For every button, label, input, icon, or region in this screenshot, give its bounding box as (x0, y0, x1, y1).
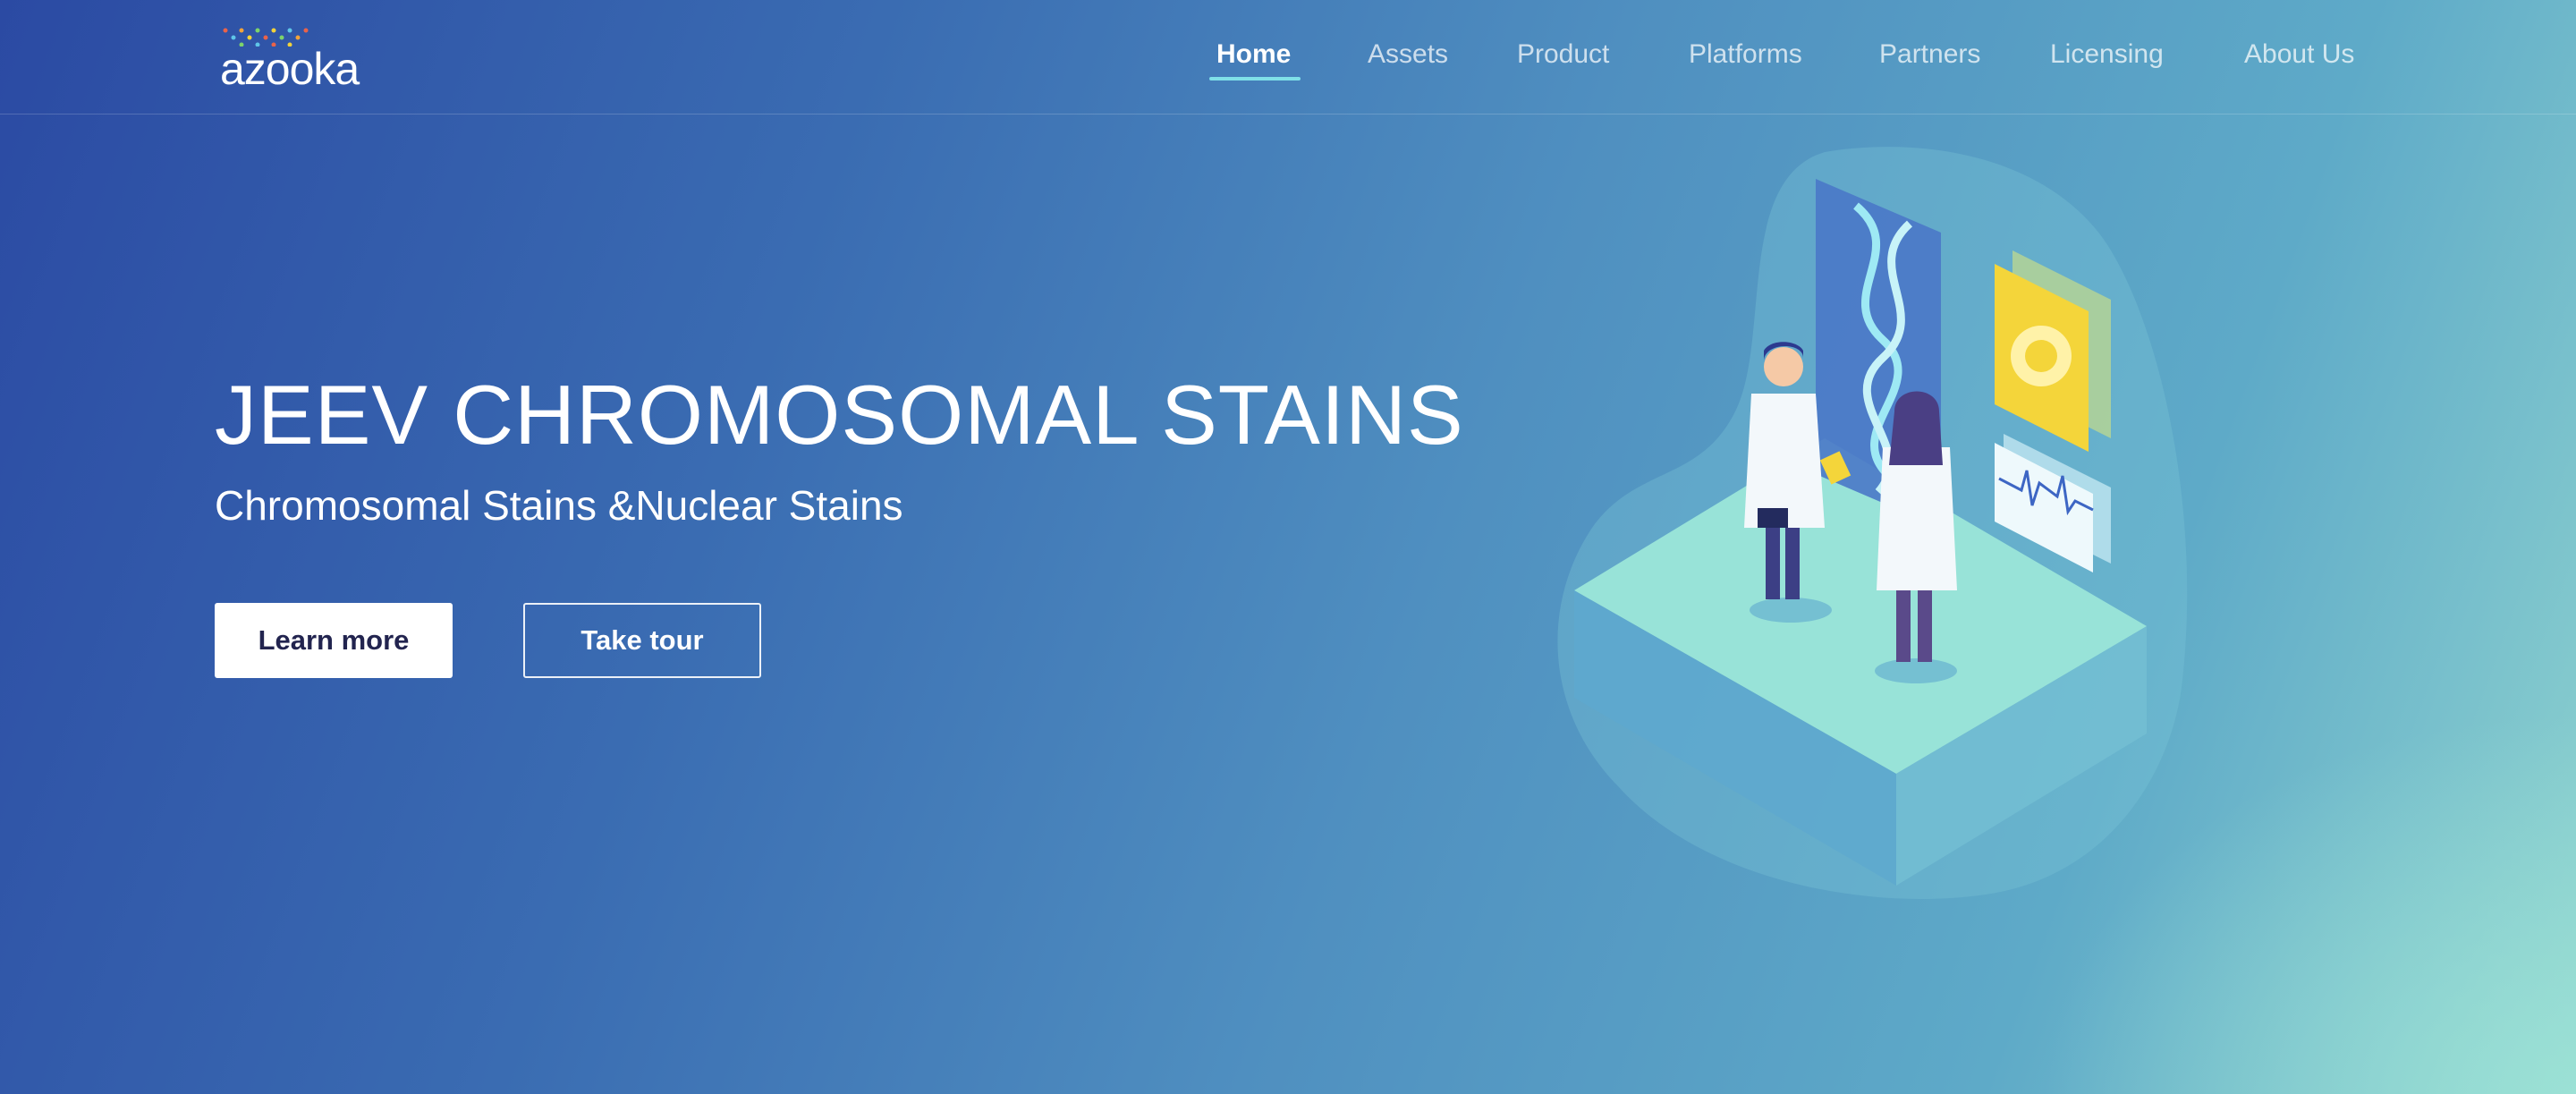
site-header: azooka Home Assets Product Platforms Par… (0, 0, 2576, 114)
learn-more-button[interactable]: Learn more (215, 603, 453, 678)
active-nav-indicator (1209, 77, 1301, 81)
hero-subtitle: Chromosomal Stains &Nuclear Stains (215, 482, 903, 529)
take-tour-button[interactable]: Take tour (523, 603, 761, 678)
nav-about-us[interactable]: About Us (2244, 39, 2354, 70)
lab-scientists-illustration (1557, 147, 2188, 899)
nav-assets[interactable]: Assets (1368, 39, 1448, 70)
logo-wordmark: azooka (220, 44, 360, 94)
nav-product[interactable]: Product (1517, 39, 1609, 70)
nav-home[interactable]: Home (1216, 39, 1291, 70)
brand-logo[interactable]: azooka (218, 23, 379, 94)
hero-title: JEEV CHROMOSOMAL STAINS (215, 368, 1464, 462)
nav-platforms[interactable]: Platforms (1689, 39, 1802, 70)
nav-licensing[interactable]: Licensing (2050, 39, 2164, 70)
nav-partners[interactable]: Partners (1879, 39, 1980, 70)
